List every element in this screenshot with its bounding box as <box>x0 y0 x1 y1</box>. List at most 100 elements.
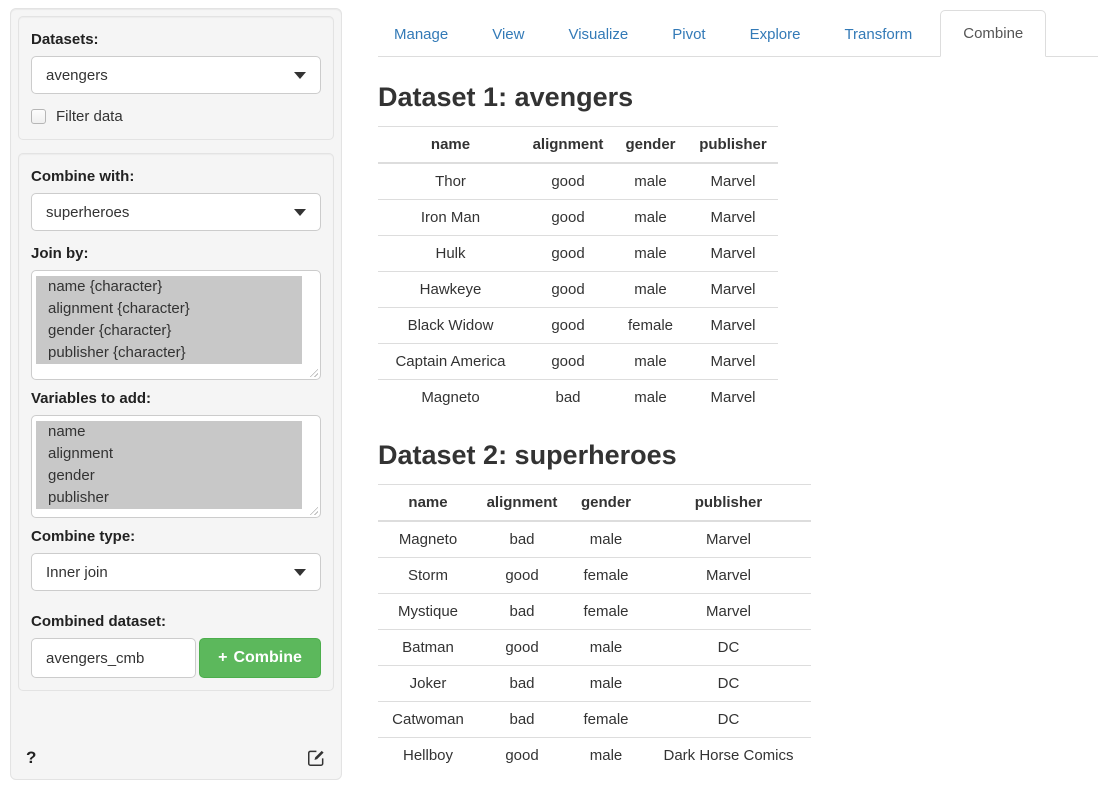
combine-with-label: Combine with: <box>31 168 321 185</box>
nav-tabs: Manage View Visualize Pivot Explore Tran… <box>378 8 1098 57</box>
dataset1-table: name alignment gender publisher Thor goo… <box>378 126 778 415</box>
column-header: alignment <box>478 485 566 522</box>
listbox-option[interactable]: gender <box>36 465 302 487</box>
column-header: gender <box>566 485 646 522</box>
dataset1-section: Dataset 1: avengers name alignment gende… <box>378 82 1098 415</box>
table-row: Mystique bad female Marvel <box>378 594 811 630</box>
table-row: Iron Man good male Marvel <box>378 200 778 236</box>
dataset1-title: Dataset 1: avengers <box>378 82 1098 113</box>
tab-view[interactable]: View <box>476 13 540 56</box>
cell: DC <box>646 630 811 666</box>
cell: Marvel <box>646 558 811 594</box>
combined-dataset-input[interactable] <box>31 638 196 678</box>
cell: male <box>613 272 688 308</box>
combine-button-label: Combine <box>233 649 301 666</box>
combined-dataset-row: +Combine <box>31 638 321 678</box>
combine-panel: Combine with: superheroes Join by: name … <box>18 153 334 691</box>
table-row: Joker bad male DC <box>378 666 811 702</box>
cell: male <box>566 521 646 558</box>
datasets-select[interactable]: avengers <box>31 56 321 94</box>
cell: Marvel <box>688 163 778 200</box>
cell: Magneto <box>378 380 523 416</box>
cell: good <box>523 272 613 308</box>
join-by-label: Join by: <box>31 245 321 262</box>
column-header: alignment <box>523 127 613 164</box>
cell: Storm <box>378 558 478 594</box>
filter-data-row: Filter data <box>31 108 321 125</box>
table-row: Captain America good male Marvel <box>378 344 778 380</box>
datasets-label: Datasets: <box>31 31 321 48</box>
cell: male <box>613 200 688 236</box>
cell: Magneto <box>378 521 478 558</box>
column-header: publisher <box>688 127 778 164</box>
cell: good <box>478 630 566 666</box>
table-row: Hulk good male Marvel <box>378 236 778 272</box>
cell: Thor <box>378 163 523 200</box>
cell: DC <box>646 702 811 738</box>
tab-explore[interactable]: Explore <box>734 13 817 56</box>
tab-pivot[interactable]: Pivot <box>656 13 721 56</box>
cell: Marvel <box>688 308 778 344</box>
datasets-panel: Datasets: avengers Filter data <box>18 16 334 140</box>
combine-type-select[interactable]: Inner join <box>31 553 321 591</box>
listbox-option[interactable]: alignment {character} <box>36 298 302 320</box>
table-row: Magneto bad male Marvel <box>378 380 778 416</box>
datasets-select-value: avengers <box>46 67 108 84</box>
tab-manage[interactable]: Manage <box>378 13 464 56</box>
dataset2-table: name alignment gender publisher Magneto … <box>378 484 811 773</box>
listbox-option[interactable]: publisher {character} <box>36 342 302 364</box>
variables-to-add-listbox[interactable]: name alignment gender publisher <box>31 415 321 518</box>
table-row: Storm good female Marvel <box>378 558 811 594</box>
cell: good <box>523 236 613 272</box>
cell: male <box>566 738 646 774</box>
listbox-option[interactable]: publisher <box>36 487 302 509</box>
cell: male <box>613 163 688 200</box>
cell: Hawkeye <box>378 272 523 308</box>
filter-data-checkbox[interactable] <box>31 109 46 124</box>
cell: Marvel <box>688 236 778 272</box>
cell: Joker <box>378 666 478 702</box>
join-by-listbox[interactable]: name {character} alignment {character} g… <box>31 270 321 380</box>
cell: male <box>566 630 646 666</box>
chevron-down-icon <box>294 72 306 79</box>
cell: good <box>523 344 613 380</box>
combined-dataset-label: Combined dataset: <box>31 613 321 630</box>
listbox-option[interactable]: gender {character} <box>36 320 302 342</box>
sidebar-footer: ? <box>18 746 334 772</box>
cell: female <box>566 702 646 738</box>
cell: good <box>478 738 566 774</box>
cell: DC <box>646 666 811 702</box>
tab-combine[interactable]: Combine <box>940 10 1046 57</box>
cell: Black Widow <box>378 308 523 344</box>
tab-visualize[interactable]: Visualize <box>552 13 644 56</box>
filter-data-label: Filter data <box>56 108 123 125</box>
combine-type-select-value: Inner join <box>46 564 108 581</box>
column-header: gender <box>613 127 688 164</box>
combine-with-select[interactable]: superheroes <box>31 193 321 231</box>
table-row: Magneto bad male Marvel <box>378 521 811 558</box>
table-header-row: name alignment gender publisher <box>378 485 811 522</box>
cell: Marvel <box>646 594 811 630</box>
resize-grip-icon[interactable] <box>308 505 318 515</box>
tab-transform[interactable]: Transform <box>828 13 928 56</box>
resize-grip-icon[interactable] <box>308 367 318 377</box>
help-icon[interactable]: ? <box>26 748 36 768</box>
cell: good <box>523 200 613 236</box>
table-row: Hawkeye good male Marvel <box>378 272 778 308</box>
edit-report-icon[interactable] <box>306 748 326 768</box>
table-row: Batman good male DC <box>378 630 811 666</box>
combine-with-select-value: superheroes <box>46 204 129 221</box>
combine-button[interactable]: +Combine <box>199 638 321 678</box>
table-header-row: name alignment gender publisher <box>378 127 778 164</box>
table-row: Catwoman bad female DC <box>378 702 811 738</box>
cell: male <box>613 344 688 380</box>
cell: Marvel <box>688 272 778 308</box>
listbox-option[interactable]: name {character} <box>36 276 302 298</box>
cell: female <box>566 594 646 630</box>
listbox-option[interactable]: name <box>36 421 302 443</box>
combine-type-label: Combine type: <box>31 528 321 545</box>
cell: Captain America <box>378 344 523 380</box>
dataset2-title: Dataset 2: superheroes <box>378 440 1098 471</box>
listbox-option[interactable]: alignment <box>36 443 302 465</box>
main-content: Manage View Visualize Pivot Explore Tran… <box>378 0 1098 806</box>
